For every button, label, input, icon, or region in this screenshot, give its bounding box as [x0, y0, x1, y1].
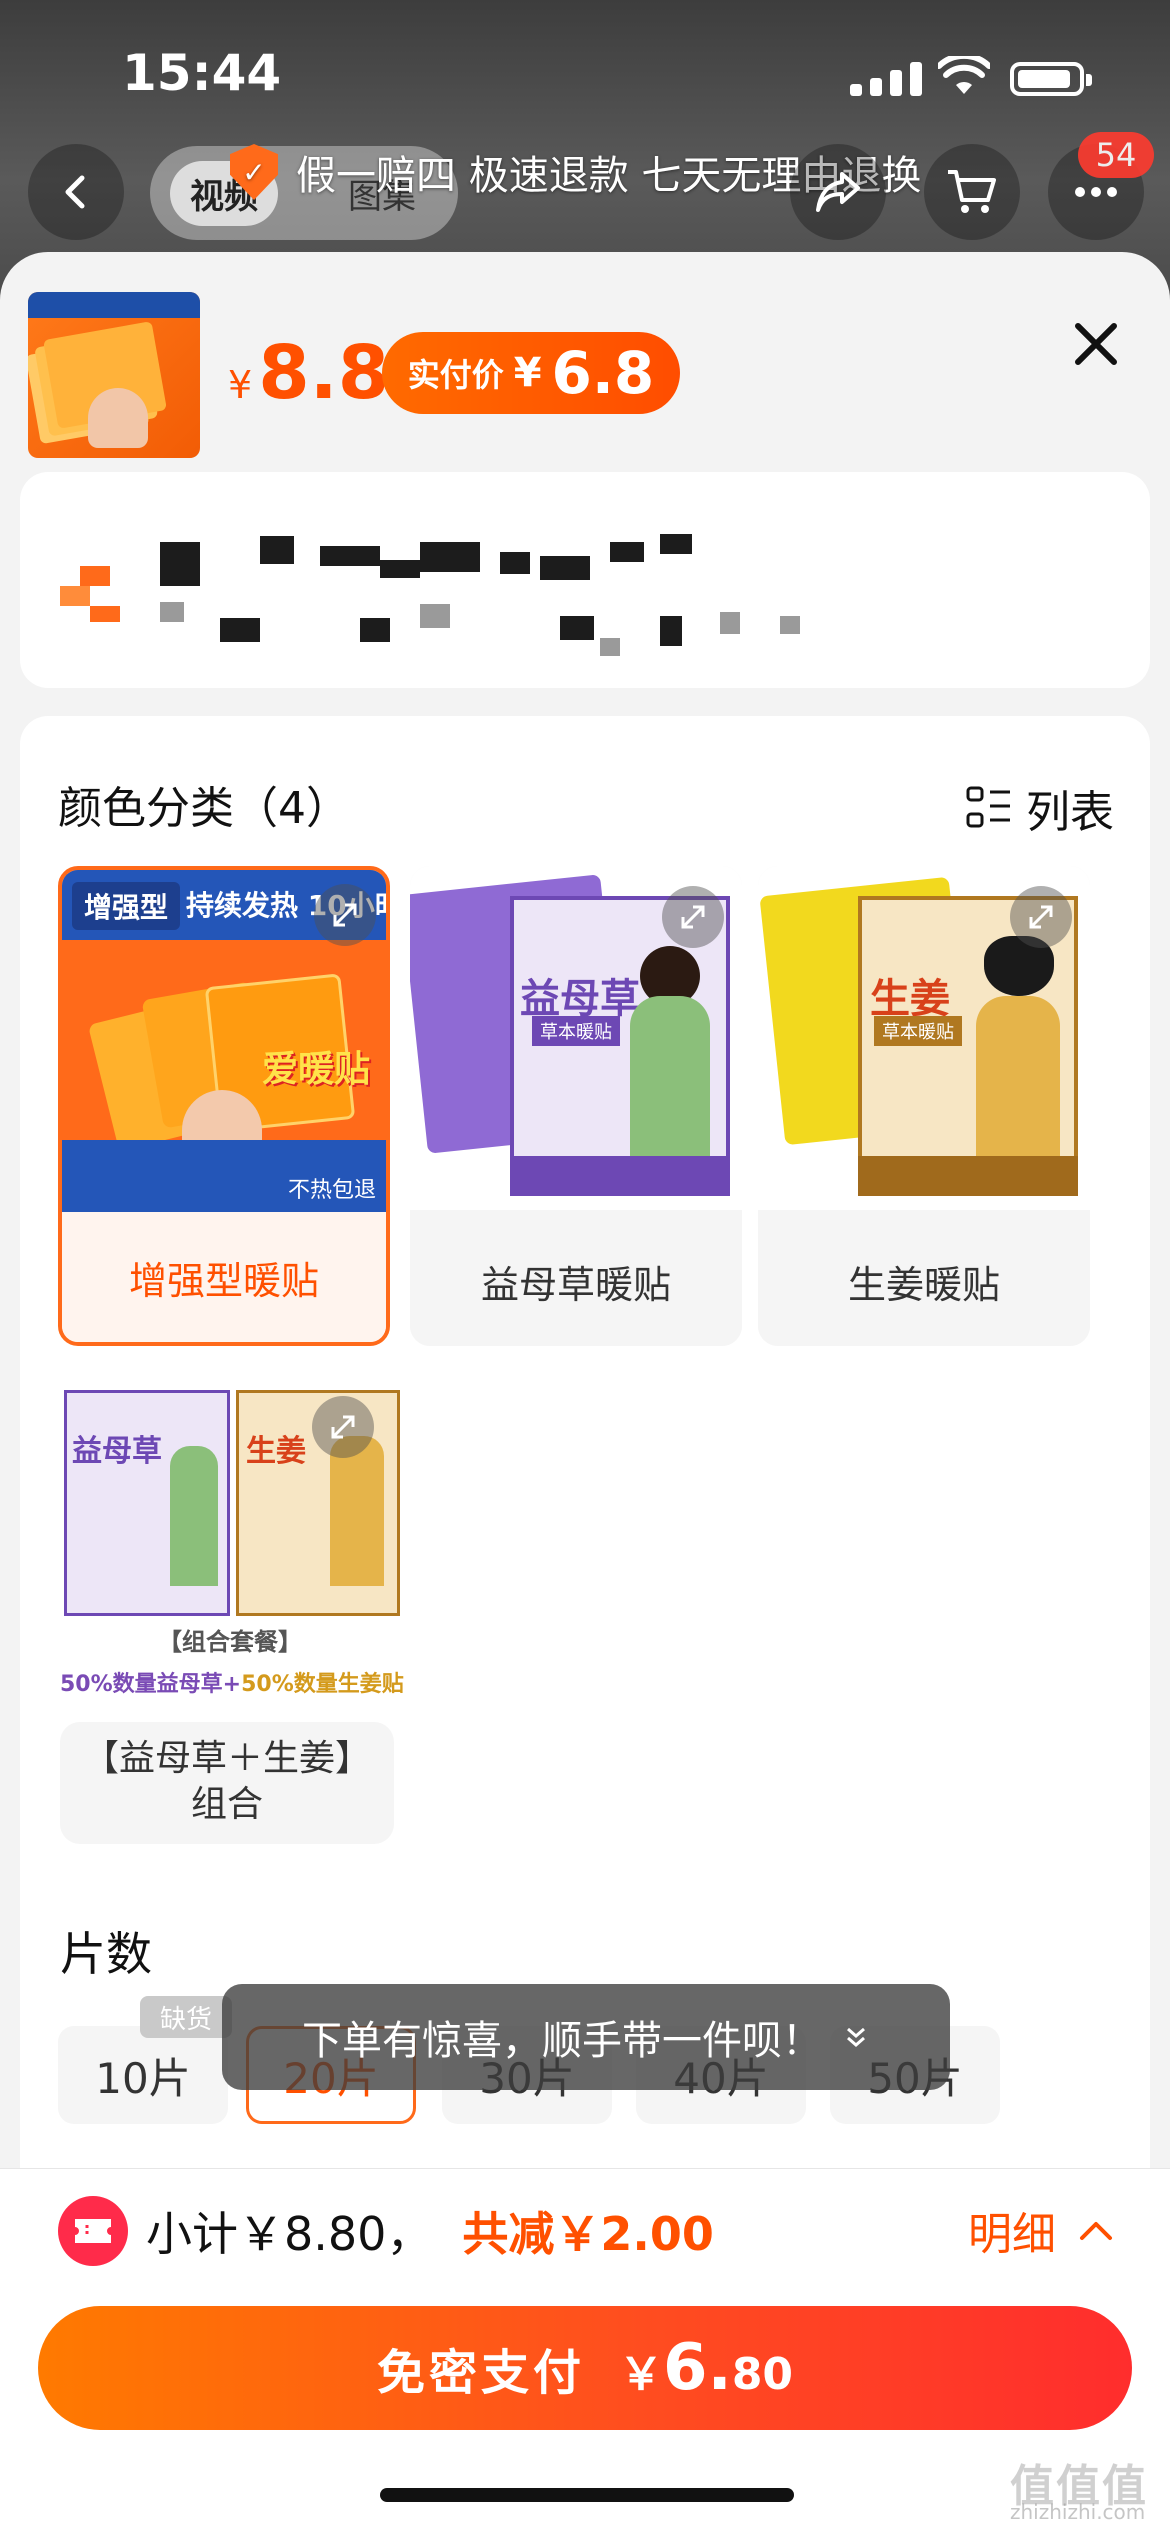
- option-label: 益母草暖贴: [410, 1216, 742, 1346]
- chevron-left-icon: [65, 175, 85, 209]
- pay-label: 免密支付: [376, 2345, 585, 2401]
- combo-ratio: 50%数量益母草+50%数量生姜贴: [60, 1672, 404, 1697]
- qty-option-10[interactable]: 10片: [58, 2026, 228, 2124]
- sku-option-ginger[interactable]: 生姜 草本暖贴 生姜暖贴: [758, 866, 1090, 1346]
- home-indicator: [380, 2488, 794, 2502]
- sku-option-combo[interactable]: 【益母草＋生姜】 组合: [60, 1722, 394, 1844]
- discount-text: 共减￥2.00: [462, 2207, 714, 2261]
- subtotal: 小计￥8.80， 共减￥2.00: [146, 2198, 714, 2264]
- more-dots-icon: [1075, 187, 1117, 197]
- pack-subtitle: 草本暖贴: [874, 1016, 962, 1046]
- option-label: 增强型暖贴: [62, 1212, 386, 1342]
- combo-caption: 【组合套餐】: [158, 1628, 302, 1656]
- pay-amount: ￥6.80: [618, 2331, 794, 2405]
- paid-price-label: 实付价: [407, 356, 504, 394]
- pack-subtitle: 草本暖贴: [532, 1016, 620, 1046]
- out-of-stock-tag: 缺货: [140, 1996, 232, 2038]
- product-thumbnail[interactable]: [28, 292, 200, 458]
- paid-price-currency: ¥: [513, 350, 542, 396]
- signal-icon: [850, 62, 922, 96]
- battery-icon: [1010, 62, 1092, 96]
- chevron-up-icon: [1080, 2222, 1112, 2240]
- pay-button[interactable]: 免密支付 ￥6.80: [38, 2306, 1132, 2430]
- address-card[interactable]: [20, 472, 1150, 688]
- expand-icon[interactable]: [662, 886, 724, 948]
- detail-label: 明细: [968, 2209, 1056, 2260]
- expand-icon[interactable]: [314, 884, 376, 946]
- toast[interactable]: 下单有惊喜，顺手带一件呗！: [222, 1984, 950, 2090]
- watermark-url: zhizhizhi.com: [1010, 2500, 1146, 2524]
- expand-icon[interactable]: [1010, 886, 1072, 948]
- guarantee-note: 不热包退: [287, 1178, 376, 1203]
- expand-icon[interactable]: [312, 1396, 374, 1458]
- list-view-icon: [966, 786, 1010, 828]
- sku-option-enhanced[interactable]: 增强型 持续发热 10小时 爱暖贴 不热包退 增强型暖贴: [58, 866, 390, 1346]
- double-chevron-down-icon: [847, 2027, 865, 2047]
- shield-check-icon: ✓: [230, 144, 278, 200]
- paid-price-value: 6.8: [551, 339, 655, 407]
- sku-option-motherwort[interactable]: 益母草 草本暖贴 益母草暖贴: [410, 866, 742, 1346]
- back-button[interactable]: [28, 144, 124, 240]
- quantity-title: 片数: [60, 1927, 152, 1981]
- cart-icon: [948, 170, 996, 213]
- option-label: 生姜暖贴: [758, 1216, 1090, 1346]
- status-bar: 15:44: [0, 0, 1170, 140]
- sku-option-combo-image[interactable]: 益母草 生姜: [60, 1386, 400, 1616]
- share-icon: [816, 172, 860, 212]
- wifi-icon: [938, 56, 990, 94]
- coupon-icon: [58, 2196, 128, 2266]
- toast-text: 下单有惊喜，顺手带一件呗！: [302, 2018, 822, 2064]
- share-button[interactable]: [790, 144, 886, 240]
- price-currency: ¥: [228, 363, 253, 407]
- cart-count-badge: 54: [1078, 132, 1154, 178]
- price-value: 8.8: [258, 330, 390, 416]
- list-view-label: 列表: [1026, 787, 1114, 838]
- location-icon: [60, 566, 120, 622]
- close-icon[interactable]: [1068, 316, 1124, 372]
- status-time: 15:44: [122, 44, 282, 102]
- cart-button[interactable]: [924, 144, 1020, 240]
- color-category-title: 颜色分类（4）: [58, 783, 350, 834]
- badge-enhanced: 增强型: [72, 882, 181, 930]
- price: ¥ 8.8: [228, 330, 389, 416]
- list-view-toggle[interactable]: 列表: [966, 776, 1114, 840]
- paid-price-pill: 实付价 ¥ 6.8: [382, 332, 680, 414]
- detail-toggle[interactable]: 明细: [968, 2198, 1114, 2262]
- subtotal-text: 小计￥8.80，: [146, 2207, 433, 2261]
